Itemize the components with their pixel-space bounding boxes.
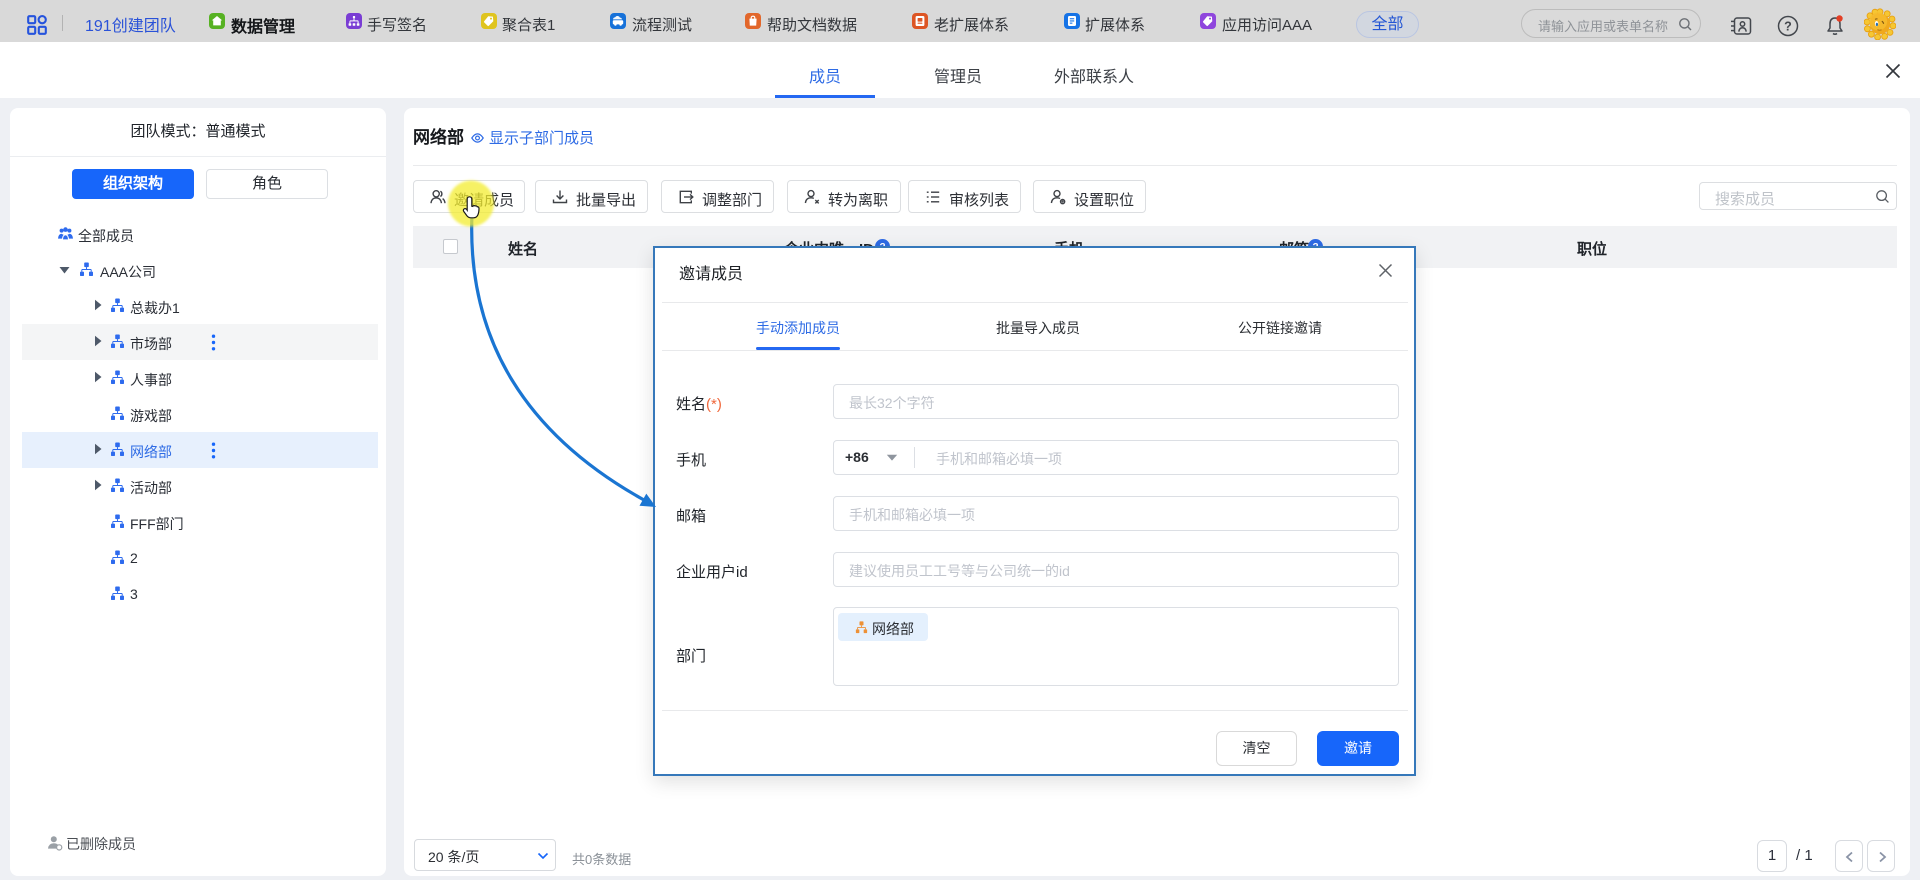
svg-text:?: ? [1784, 19, 1792, 33]
